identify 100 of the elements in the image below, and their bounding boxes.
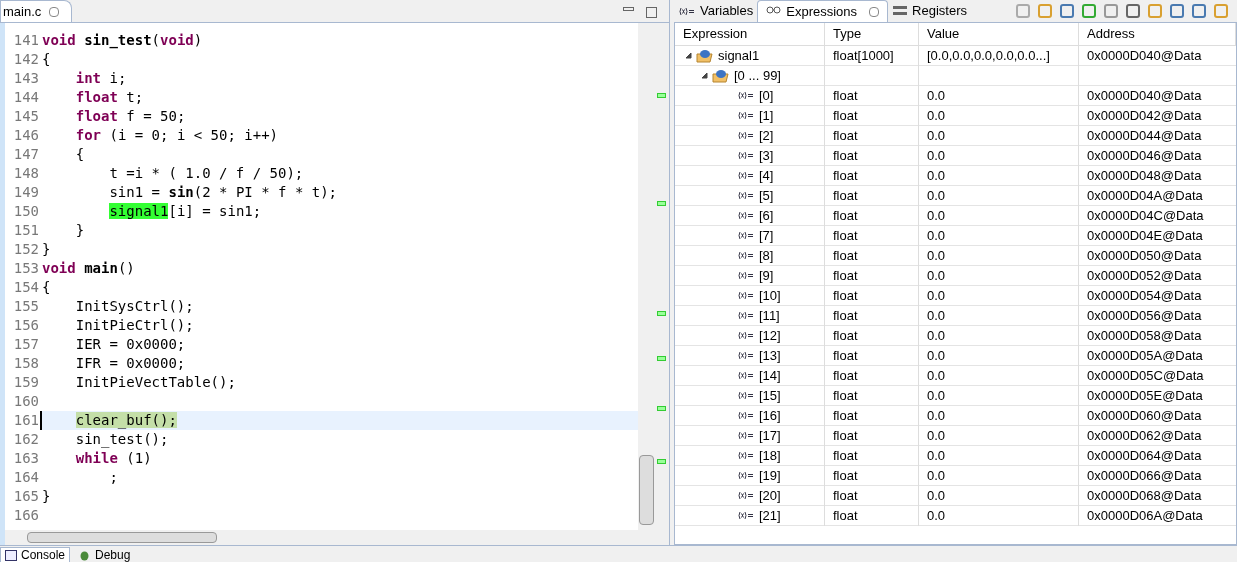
- horizontal-scrollbar[interactable]: [5, 530, 638, 545]
- address-cell-text: 0x0000D04E@Data: [1087, 227, 1203, 245]
- toolbar-icon[interactable]: [1015, 3, 1031, 19]
- code-line: IER = 0x0000;: [74, 335, 187, 354]
- code-line: {: [41, 50, 52, 69]
- type-cell-text: float: [833, 167, 858, 185]
- type-cell-text: float: [833, 227, 858, 245]
- column-header[interactable]: Address: [1079, 23, 1236, 45]
- code-line: t =i * ( 1.0 / f / 50);: [108, 164, 305, 183]
- value-cell-text: 0.0: [927, 227, 946, 245]
- type-cell-text: float: [833, 247, 858, 265]
- expression-cell-text: [19]: [759, 467, 781, 485]
- type-cell-text: float: [833, 327, 858, 345]
- column-header[interactable]: Expression: [675, 23, 825, 45]
- address-cell-text: 0x0000D062@Data: [1087, 427, 1202, 445]
- line-number: 155: [12, 297, 40, 316]
- line-number: 142: [12, 50, 40, 69]
- address-cell-text: 0x0000D054@Data: [1087, 287, 1202, 305]
- value-cell-text: 0.0: [927, 307, 946, 325]
- line-number: 162: [12, 430, 40, 449]
- line-number: 148: [12, 164, 40, 183]
- variable-icon: [737, 191, 755, 201]
- expand-arrow-icon[interactable]: [701, 72, 708, 80]
- line-number: 166: [12, 506, 40, 525]
- variable-icon: [737, 271, 755, 281]
- code-line: int i;: [74, 69, 128, 88]
- variable-icon: [737, 91, 755, 101]
- value-cell-text: 0.0: [927, 467, 946, 485]
- view-tab[interactable]: Variables: [674, 0, 758, 22]
- line-number: 156: [12, 316, 40, 335]
- variable-icon: [737, 291, 755, 301]
- bottom-tab[interactable]: Debug: [70, 547, 139, 562]
- code-line: sin1 = sin(2 * PI * f * t);: [108, 183, 339, 202]
- variable-icon: [737, 391, 755, 401]
- address-cell-text: 0x0000D050@Data: [1087, 247, 1202, 265]
- column-header[interactable]: Value: [919, 23, 1079, 45]
- toolbar-icon[interactable]: [1169, 3, 1185, 19]
- address-cell-text: 0x0000D064@Data: [1087, 447, 1202, 465]
- variable-icon: [737, 351, 755, 361]
- value-cell-text: 0.0: [927, 427, 946, 445]
- type-cell-text: float: [833, 147, 858, 165]
- view-tab[interactable]: Expressions: [757, 0, 889, 22]
- line-number: 150: [12, 202, 40, 221]
- code-line: void sin_test(void): [41, 31, 204, 50]
- expression-cell-text: [18]: [759, 447, 781, 465]
- variable-icon: [737, 331, 755, 341]
- type-cell-text: float: [833, 107, 858, 125]
- address-cell-text: 0x0000D06A@Data: [1087, 507, 1203, 525]
- minimize-icon[interactable]: [623, 7, 634, 11]
- variable-icon: [737, 211, 755, 221]
- view-tab[interactable]: Registers: [888, 0, 971, 22]
- console-icon: [5, 549, 17, 561]
- line-number: 149: [12, 183, 40, 202]
- variable-icon: [737, 311, 755, 321]
- line-number: 161: [12, 411, 40, 430]
- toolbar-icon[interactable]: [1191, 3, 1207, 19]
- variable-icon: [737, 231, 755, 241]
- column-header[interactable]: Type: [825, 23, 919, 45]
- type-cell-text: float: [833, 347, 858, 365]
- value-cell-text: 0.0: [927, 287, 946, 305]
- code-line: {: [74, 145, 86, 164]
- code-line: IFR = 0x0000;: [74, 354, 187, 373]
- address-cell-text: 0x0000D058@Data: [1087, 327, 1202, 345]
- expression-cell-text: [12]: [759, 327, 781, 345]
- expression-cell-text: [1]: [759, 107, 774, 125]
- toolbar-icon[interactable]: [1213, 3, 1229, 19]
- expression-cell-text: [4]: [759, 167, 774, 185]
- toolbar-icon[interactable]: [1037, 3, 1053, 19]
- value-cell-text: 0.0: [927, 487, 946, 505]
- bottom-tab[interactable]: Console: [0, 547, 71, 562]
- vertical-scrollbar[interactable]: [638, 23, 655, 545]
- variable-icon: [737, 371, 755, 381]
- type-cell-text: float: [833, 487, 858, 505]
- expand-arrow-icon[interactable]: [685, 52, 692, 60]
- editor-tab[interactable]: main.c: [0, 0, 73, 22]
- folder-icon: [696, 48, 714, 63]
- value-cell-text: 0.0: [927, 187, 946, 205]
- variable-icon: [678, 6, 696, 16]
- variable-icon: [737, 251, 755, 261]
- value-cell-text: 0.0: [927, 327, 946, 345]
- maximize-icon[interactable]: [646, 7, 657, 18]
- line-number: 163: [12, 449, 40, 468]
- address-cell-text: 0x0000D068@Data: [1087, 487, 1202, 505]
- value-cell-text: 0.0: [927, 87, 946, 105]
- line-number: 151: [12, 221, 40, 240]
- value-cell-text: 0.0: [927, 167, 946, 185]
- expression-cell-text: [11]: [759, 307, 780, 325]
- code-line: }: [41, 487, 52, 506]
- code-line: InitSysCtrl();: [74, 297, 195, 316]
- expression-cell-text: [17]: [759, 427, 781, 445]
- code-line: }: [41, 240, 52, 259]
- value-cell-text: 0.0: [927, 147, 946, 165]
- line-number: 160: [12, 392, 40, 411]
- value-cell-text: 0.0: [927, 347, 946, 365]
- value-cell-text: 0.0: [927, 207, 946, 225]
- value-cell-text: 0.0: [927, 447, 946, 465]
- type-cell-text: float: [833, 367, 858, 385]
- address-cell-text: 0x0000D060@Data: [1087, 407, 1202, 425]
- value-cell-text: 0.0: [927, 127, 946, 145]
- expression-cell-text: signal1: [718, 47, 760, 65]
